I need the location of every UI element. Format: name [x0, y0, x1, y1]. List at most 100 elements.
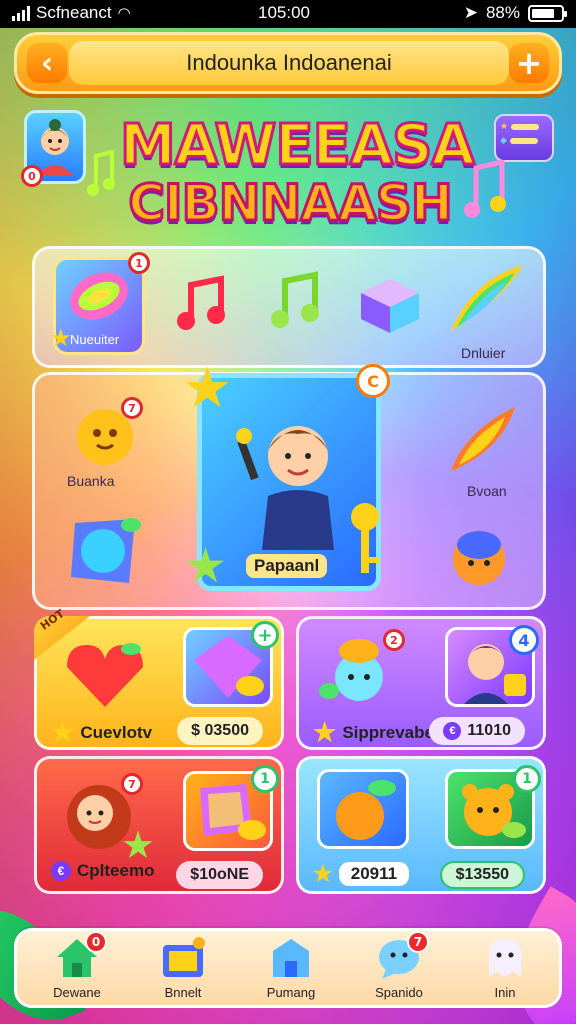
- status-left: Scfneanct ◠: [12, 3, 131, 23]
- bar-icon: [509, 138, 538, 144]
- featured-right-label: Bvoan: [467, 483, 507, 499]
- plus-icon: +: [515, 44, 543, 82]
- music-note-decor-icon: [87, 150, 115, 196]
- shop-card-4[interactable]: 1 ★ 20911 $13550: [296, 756, 546, 894]
- back-button[interactable]: ‹: [27, 43, 67, 83]
- nav-label-home: Dewane: [53, 985, 101, 1000]
- top-bar: ‹ Indounka Indoanenai +: [14, 32, 562, 94]
- coin-icon: €: [51, 861, 71, 881]
- status-bar: Scfneanct ◠ 105:00 ➤ 88%: [0, 0, 576, 28]
- star-icon: ★: [184, 538, 228, 594]
- nav-label-shop: Bnnelt: [164, 985, 202, 1000]
- card-3-label: Cplteemo: [77, 861, 155, 880]
- building-icon: [267, 935, 315, 981]
- status-right: ➤ 88%: [463, 3, 567, 23]
- star-icon: ★: [313, 861, 333, 886]
- resource-row-gems: ◆: [500, 136, 548, 146]
- bar-icon: [511, 124, 540, 130]
- card-2-label-row: ★ Sipprevaber: [313, 717, 441, 748]
- orange-fruit-icon: [336, 780, 396, 840]
- card-4-badge: 1: [513, 765, 541, 793]
- key-icon: [351, 503, 379, 573]
- selected-item-badge: 1: [128, 252, 150, 274]
- player-avatar[interactable]: 0: [21, 110, 86, 187]
- leaf-gem-icon: [70, 272, 128, 320]
- star-icon: ★: [500, 122, 509, 132]
- screen-title: Indounka Indoanenai: [69, 41, 509, 85]
- star-icon: ★: [51, 717, 75, 747]
- card-2-price: 11010: [467, 722, 511, 739]
- logo-line1: MAWEEASA: [119, 113, 477, 178]
- home-icon: 0: [53, 931, 107, 981]
- items-panel: 1 Nueuiter ★ Dnluier: [32, 246, 546, 368]
- featured-left-label: Buanka: [67, 473, 115, 489]
- gem-icon: ◆: [500, 136, 507, 146]
- carrier-name: Scfneanct: [36, 3, 112, 22]
- card-4-thumb-left: [317, 769, 409, 849]
- card-4-price[interactable]: $13550: [439, 861, 525, 889]
- blue-orb-icon[interactable]: [65, 513, 145, 589]
- music-note-red-icon[interactable]: [173, 275, 229, 335]
- nav-chat-badge: 7: [407, 931, 429, 953]
- crystal-cube-icon[interactable]: [357, 275, 423, 335]
- nav-item-home[interactable]: 0 Dewane: [27, 931, 127, 1011]
- featured-panel: 7 Buanka C Papaanl ★ ★ Bvoan: [32, 356, 546, 610]
- card-1-badge: +: [251, 621, 279, 649]
- nav-label-building: Pumang: [266, 985, 316, 1000]
- bottom-nav: 0 Dewane Bnnelt Pumang 7 Spanido Inin: [14, 928, 562, 1008]
- chevron-left-icon: ‹: [40, 45, 54, 81]
- game-logo: MAWEEASA CIBNNAASH: [119, 113, 477, 232]
- card-3-badge-left: 7: [121, 773, 143, 795]
- pet-badge: 7: [121, 397, 143, 419]
- card-3-badge: 1: [251, 765, 279, 793]
- shop-card-3[interactable]: 7 ★ 1 € Cplteemo $10oNE: [34, 756, 284, 894]
- avatar-level-badge: 0: [21, 165, 43, 187]
- star-icon: ★: [313, 717, 337, 747]
- battery-icon: [528, 4, 567, 22]
- clock: 105:00: [258, 3, 310, 22]
- card-2-badge-left: 2: [383, 629, 405, 651]
- shop-icon: [159, 935, 207, 981]
- logo-line2: CIBNNAASH: [127, 174, 454, 232]
- coin-icon: €: [443, 722, 462, 740]
- resource-panel[interactable]: ★ ◆: [494, 114, 554, 162]
- resource-row-stars: ★: [500, 122, 548, 132]
- hero-character-icon: [236, 426, 334, 550]
- card-1-price[interactable]: $ 03500: [177, 717, 263, 745]
- nav-item-building[interactable]: Pumang: [241, 931, 341, 1011]
- nav-item-shop[interactable]: Bnnelt: [133, 931, 233, 1011]
- card-4-label: 20911: [338, 862, 410, 886]
- card-2-label: Sipprevaber: [342, 722, 441, 742]
- star-icon: ★: [182, 356, 233, 421]
- nav-item-ghost[interactable]: Inin: [455, 931, 555, 1011]
- nav-label-chat: Spanido: [375, 985, 423, 1000]
- battery-percent: 88%: [485, 3, 520, 22]
- shop-card-1[interactable]: + ★ Cuevlotv $ 03500: [34, 616, 284, 750]
- nav-item-chat[interactable]: 7 Spanido: [349, 931, 449, 1011]
- music-note-decor-icon: [464, 160, 506, 218]
- items-end-label: Dnluier: [461, 345, 506, 361]
- ruby-heart-icon: [67, 643, 143, 707]
- card-2-badge: 4: [509, 625, 539, 655]
- card-4-label-row: ★ 20911: [313, 861, 410, 887]
- hero-label: Papaanl: [246, 554, 328, 578]
- flame-feather-icon[interactable]: [445, 401, 521, 477]
- wifi-icon: ◠: [117, 5, 131, 22]
- shop-card-2[interactable]: 2 4 ★ Sipprevaber €11010: [296, 616, 546, 750]
- music-note-green-icon[interactable]: [267, 271, 323, 335]
- signal-icon: [12, 5, 30, 21]
- ufo-pet-icon[interactable]: [439, 519, 519, 589]
- rainbow-feather-icon[interactable]: [443, 259, 527, 339]
- card-1-label: Cuevlotv: [80, 722, 153, 742]
- location-icon: ➤: [463, 3, 478, 22]
- ghost-icon: [481, 935, 529, 981]
- add-button[interactable]: +: [509, 43, 549, 83]
- nav-label-ghost: Inin: [494, 985, 516, 1000]
- card-3-price[interactable]: $10oNE: [176, 861, 263, 889]
- star-icon: ★: [50, 324, 72, 352]
- selected-item-card[interactable]: 1 Nueuiter ★: [50, 252, 150, 355]
- card-3-label-row: € Cplteemo: [51, 861, 154, 881]
- chat-icon: 7: [375, 931, 429, 981]
- card-1-label-row: ★ Cuevlotv: [51, 717, 152, 748]
- card-2-price-row[interactable]: €11010: [429, 717, 525, 745]
